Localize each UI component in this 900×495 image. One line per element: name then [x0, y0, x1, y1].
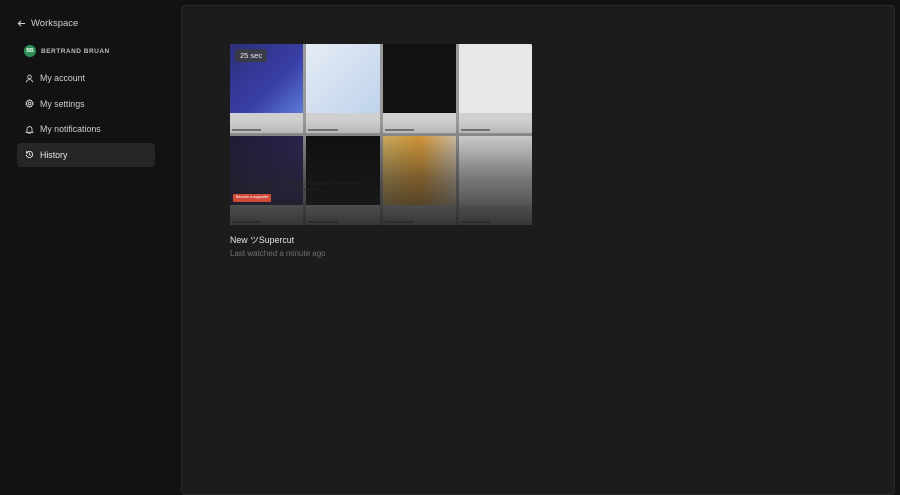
sidebar-item-label: My settings: [40, 98, 85, 109]
closed-captions-icon: CC: [515, 54, 524, 60]
sidebar-nav: My account My settings My notifications …: [17, 66, 155, 168]
thumbnail-notice: If you like MaxiBeatX, please consider s…: [233, 181, 368, 202]
user-name: BERTRAND BRUAN: [41, 47, 110, 55]
thumbnail-fade: [230, 120, 532, 225]
more-options-icon[interactable]: •••: [518, 67, 526, 76]
history-card[interactable]: If you like MaxiBeatX, please consider s…: [230, 44, 532, 258]
sidebar-item-history[interactable]: History: [17, 142, 155, 167]
video-thumbnail[interactable]: If you like MaxiBeatX, please consider s…: [230, 44, 532, 225]
duration-badge: 25 sec: [235, 49, 268, 62]
sidebar-item-my-notifications[interactable]: My notifications: [17, 117, 155, 141]
sidebar-item-label: History: [40, 149, 68, 160]
sidebar: Workspace BB BERTRAND BRUAN My account M…: [0, 0, 181, 484]
sidebar-item-label: My account: [40, 73, 85, 83]
thumbnail-notice-text: If you like MaxiBeatX, please consider s…: [233, 181, 359, 192]
last-watched-label: Last watched a minute ago: [230, 249, 326, 258]
back-to-workspace-link[interactable]: Workspace: [17, 18, 78, 29]
user-icon: [25, 74, 34, 82]
bell-icon: [25, 125, 34, 134]
history-panel: If you like MaxiBeatX, please consider s…: [181, 5, 895, 495]
avatar: BB: [24, 45, 36, 57]
history-icon: [25, 151, 34, 159]
thumbnail-notice-button: Become a supporter: [233, 194, 272, 202]
sidebar-item-my-settings[interactable]: My settings: [17, 92, 155, 116]
sidebar-item-label: My notifications: [40, 124, 101, 135]
user-profile: BB BERTRAND BRUAN: [24, 45, 110, 57]
sidebar-item-my-account[interactable]: My account: [17, 66, 155, 90]
arrow-left-icon: [17, 20, 26, 27]
video-title[interactable]: New ツSupercut: [230, 233, 532, 246]
back-link-label: Workspace: [31, 18, 79, 29]
gear-icon: [25, 99, 34, 109]
